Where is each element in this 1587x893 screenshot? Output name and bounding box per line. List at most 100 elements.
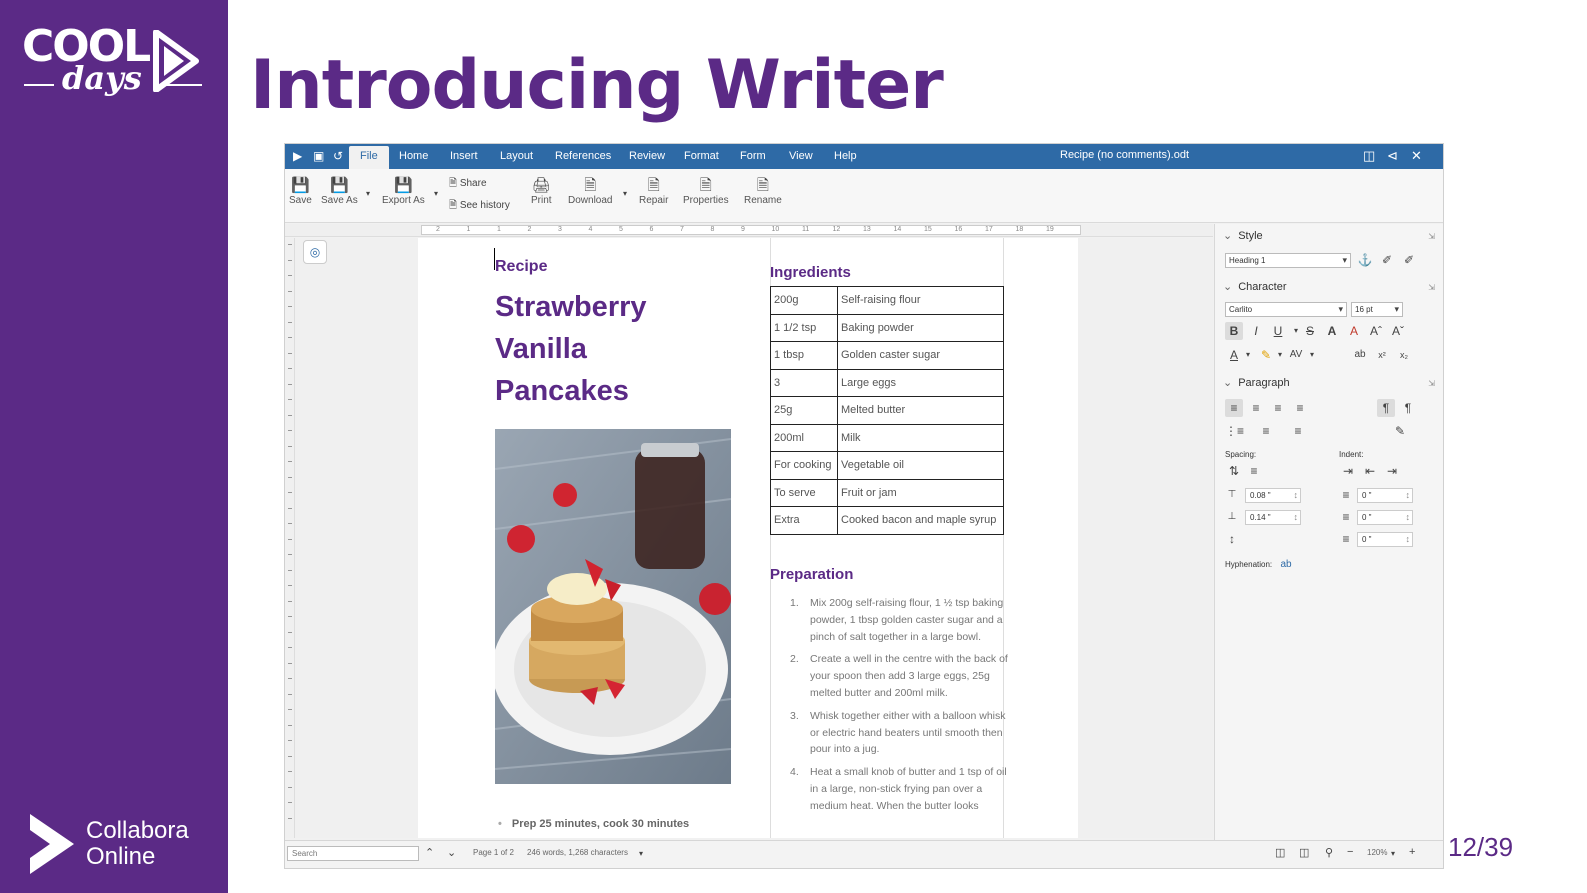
font-name-select[interactable]: Carlito	[1225, 302, 1347, 317]
ingredient-qty-cell[interactable]: Extra	[770, 506, 838, 535]
table-row[interactable]: To serve Fruit or jam	[770, 478, 1004, 507]
indent-after-field[interactable]: 0 "	[1357, 510, 1413, 525]
see-history-button[interactable]: 🗎 See history	[449, 198, 510, 215]
font-color-dropdown-icon[interactable]: ▾	[1239, 346, 1257, 364]
bullet-list-icon[interactable]: ⋮≡	[1225, 422, 1244, 440]
tab-format[interactable]: Format	[684, 150, 719, 162]
save-quick-icon[interactable]: ▣	[313, 149, 324, 163]
properties-button[interactable]: 🗎 Properties	[683, 177, 729, 206]
recipe-title[interactable]: Strawberry Vanilla Pancakes	[495, 286, 715, 412]
ingredient-qty-cell[interactable]: To serve	[770, 478, 838, 507]
hanging-indent-icon[interactable]: ⇥	[1383, 462, 1401, 480]
decrease-indent-icon[interactable]: ⇤	[1361, 462, 1379, 480]
ingredient-qty-cell[interactable]: 25g	[770, 396, 838, 425]
print-button[interactable]: 🖨 Print	[531, 177, 552, 206]
italic-icon[interactable]: I	[1247, 322, 1265, 340]
tab-review[interactable]: Review	[629, 150, 665, 162]
superscript-icon[interactable]: x²	[1373, 346, 1391, 364]
ingredient-item-cell[interactable]: Milk	[837, 423, 1004, 452]
shadow-icon[interactable]: A	[1323, 322, 1341, 340]
ingredient-item-cell[interactable]: Baking powder	[837, 313, 1004, 342]
search-up-icon[interactable]: ⌃	[425, 846, 434, 859]
page-info[interactable]: Page 1 of 2	[473, 848, 514, 857]
undo-quick-icon[interactable]: ↺	[333, 149, 343, 163]
ingredient-qty-cell[interactable]: 1 tbsp	[770, 341, 838, 370]
tab-insert[interactable]: Insert	[450, 150, 478, 162]
ingredients-table[interactable]: 200g Self-raising flour 1 1/2 tsp Baking po…	[770, 286, 1004, 535]
table-row[interactable]: 200ml Milk	[770, 423, 1004, 452]
table-row[interactable]: Extra Cooked bacon and maple syrup	[770, 506, 1004, 535]
table-row[interactable]: For cooking Vegetable oil	[770, 451, 1004, 480]
shrink-font-icon[interactable]: Aˇ	[1389, 322, 1407, 340]
spacing-dropdown-icon[interactable]: ▾	[1303, 346, 1321, 364]
word-count[interactable]: 246 words, 1,268 characters	[527, 848, 628, 857]
ingredient-item-cell[interactable]: Vegetable oil	[837, 451, 1004, 480]
ingredient-item-cell[interactable]: Golden caster sugar	[837, 341, 1004, 370]
single-page-view-icon[interactable]: ◫	[1275, 846, 1285, 859]
underline-icon[interactable]: U	[1269, 322, 1287, 340]
outline-list-icon[interactable]: ≡	[1289, 422, 1307, 440]
export-as-dropdown-icon[interactable]: ▾	[434, 189, 438, 198]
numbered-list-icon[interactable]: ≡	[1257, 422, 1275, 440]
ingredient-qty-cell[interactable]: 200ml	[770, 423, 838, 452]
ingredient-item-cell[interactable]: Melted butter	[837, 396, 1004, 425]
ingredient-qty-cell[interactable]: For cooking	[770, 451, 838, 480]
ingredient-qty-cell[interactable]: 3	[770, 368, 838, 397]
spacing-below-field[interactable]: 0.14 "	[1245, 510, 1301, 525]
align-left-icon[interactable]: ≡	[1225, 399, 1243, 417]
ingredient-item-cell[interactable]: Fruit or jam	[837, 478, 1004, 507]
paragraph-more-icon[interactable]: ⇲	[1428, 379, 1435, 388]
clear-formatting-icon[interactable]: A	[1345, 322, 1363, 340]
download-dropdown-icon[interactable]: ▾	[623, 189, 627, 198]
rename-button[interactable]: 🗎 Rename	[744, 177, 782, 206]
repair-button[interactable]: 🗎 Repair	[639, 177, 668, 206]
fill-format-icon[interactable]: ⚓	[1356, 251, 1374, 269]
indent-before-field[interactable]: 0 "	[1357, 488, 1413, 503]
tab-home[interactable]: Home	[399, 150, 428, 162]
tab-file[interactable]: File	[349, 146, 389, 169]
horizontal-ruler[interactable]: 2 1 1 2 3 4 5 6 7 8 9 10 11 12 13 14 15 16 17 18 19	[285, 224, 1213, 237]
zoom-out-icon[interactable]: −	[1347, 846, 1353, 858]
bold-icon[interactable]: B	[1225, 322, 1243, 340]
tab-layout[interactable]: Layout	[500, 150, 533, 162]
list-item[interactable]: 2. Create a well in the centre with the b…	[790, 651, 1008, 701]
table-row[interactable]: 25g Melted butter	[770, 396, 1004, 425]
hyphenation-icon[interactable]: ab	[1277, 556, 1295, 574]
ingredients-heading[interactable]: Ingredients	[770, 264, 851, 281]
decrease-spacing-icon[interactable]: ≡	[1245, 462, 1263, 480]
language-dropdown-icon[interactable]: ▾	[639, 849, 643, 858]
preparation-steps[interactable]: 1. Mix 200g self-raising flour, 1 ½ tsp b…	[790, 595, 1008, 821]
font-size-select[interactable]: 16 pt	[1351, 302, 1403, 317]
ingredient-item-cell[interactable]: Cooked bacon and maple syrup	[837, 506, 1004, 535]
tab-view[interactable]: View	[789, 150, 813, 162]
increase-indent-icon[interactable]: ⇥	[1339, 462, 1357, 480]
vertical-ruler[interactable]	[285, 238, 295, 838]
new-style-icon[interactable]: ✐	[1378, 251, 1396, 269]
ruler-scale[interactable]: 2 1 1 2 3 4 5 6 7 8 9 10 11 12 13 14 15 16 17 18 19	[421, 225, 1081, 235]
grow-font-icon[interactable]: Aˆ	[1367, 322, 1385, 340]
zoom-dropdown-icon[interactable]: ▾	[1391, 849, 1395, 858]
align-center-icon[interactable]: ≡	[1247, 399, 1265, 417]
align-right-icon[interactable]: ≡	[1269, 399, 1287, 417]
tab-references[interactable]: References	[555, 150, 611, 162]
close-icon[interactable]: ✕	[1411, 148, 1422, 164]
zoom-in-icon[interactable]: +	[1409, 846, 1415, 858]
document-title[interactable]: Recipe (no comments).odt	[1060, 149, 1189, 161]
navigator-button[interactable]: ◎	[303, 240, 327, 264]
table-row[interactable]: 1 1/2 tsp Baking powder	[770, 313, 1004, 342]
character-section-header[interactable]: Character	[1223, 280, 1286, 293]
strikethrough-icon[interactable]: S	[1301, 322, 1319, 340]
search-down-icon[interactable]: ⌄	[447, 846, 456, 859]
increase-spacing-icon[interactable]: ⇅	[1225, 462, 1243, 480]
list-item[interactable]: 1. Mix 200g self-raising flour, 1 ½ tsp b…	[790, 595, 1008, 645]
list-item[interactable]: 4. Heat a small knob of butter and 1 tsp …	[790, 764, 1008, 814]
share-button[interactable]: 🗎 Share	[449, 176, 487, 193]
export-as-button[interactable]: 💾 Export As	[382, 177, 425, 206]
download-button[interactable]: 🗎 Download	[568, 177, 612, 206]
ingredient-item-cell[interactable]: Self-raising flour	[837, 286, 1004, 315]
paragraph-color-icon[interactable]: ✎	[1391, 422, 1409, 440]
style-section-header[interactable]: Style	[1223, 229, 1262, 242]
rtl-paragraph-icon[interactable]: ¶	[1399, 399, 1417, 417]
search-input[interactable]: Search	[287, 846, 419, 861]
ingredient-item-cell[interactable]: Large eggs	[837, 368, 1004, 397]
